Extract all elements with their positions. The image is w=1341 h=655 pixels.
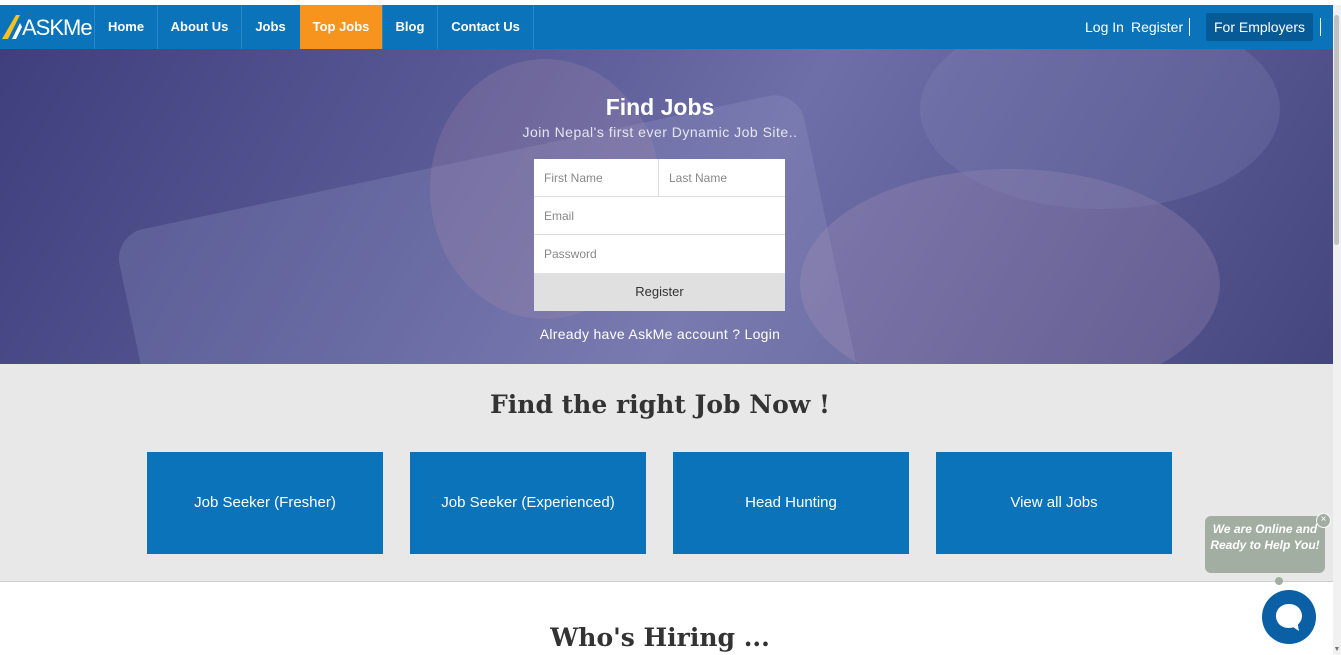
category-head-hunting[interactable]: Head Hunting [673,452,909,554]
register-link[interactable]: Register [1131,5,1183,49]
nav-vertical-divider [1189,18,1190,36]
already-have-account-link[interactable]: Already have AskMe account ? Login [0,326,1320,342]
chat-close-icon[interactable]: × [1316,513,1331,528]
nav-blog[interactable]: Blog [383,5,437,49]
askme-logo[interactable]: ASKMe [0,5,94,49]
scrollbar-thumb[interactable] [1334,15,1339,245]
for-employers-button[interactable]: For Employers [1206,13,1313,41]
chat-bubble[interactable]: We are Online and Ready to Help You! [1205,516,1325,573]
category-job-seeker-fresher[interactable]: Job Seeker (Fresher) [147,452,383,554]
chat-button[interactable] [1262,590,1316,644]
page-scrollbar[interactable]: ▼ [1333,5,1341,655]
scroll-down-arrow-icon[interactable]: ▼ [1333,646,1341,653]
nav-jobs[interactable]: Jobs [242,5,299,49]
find-job-section: Find the right Job Now ! Job Seeker (Fre… [0,364,1333,582]
email-field[interactable]: Email [534,197,785,235]
find-job-title: Find the right Job Now ! [490,390,830,419]
register-button[interactable]: Register [534,273,785,311]
register-form: First Name Last Name Email Password Regi… [534,159,785,311]
nav-vertical-divider [1320,18,1321,36]
whos-hiring-title: Who's Hiring ... [550,623,770,652]
category-view-all-jobs[interactable]: View all Jobs [936,452,1172,554]
hero-banner: Find Jobs Join Nepal's first ever Dynami… [0,49,1333,364]
hero-subtitle: Join Nepal's first ever Dynamic Job Site… [522,124,798,140]
nav-home[interactable]: Home [95,5,157,49]
navbar: ASKMe Home About Us Jobs Top Jobs Blog C… [0,5,1333,49]
chat-bubble-tail [1275,577,1283,585]
login-link[interactable]: Log In [1085,5,1124,49]
hero-title: Find Jobs [605,94,715,120]
nav-divider [533,5,534,49]
nav-contact-us[interactable]: Contact Us [438,5,533,49]
logo-text: ASKMe [22,15,93,40]
category-job-seeker-experienced[interactable]: Job Seeker (Experienced) [410,452,646,554]
nav-about-us[interactable]: About Us [158,5,241,49]
nav-top-jobs[interactable]: Top Jobs [300,5,382,49]
last-name-field[interactable]: Last Name [659,159,785,197]
password-field[interactable]: Password [534,235,785,273]
first-name-field[interactable]: First Name [534,159,659,197]
chat-icon [1276,604,1302,631]
page: ASKMe Home About Us Jobs Top Jobs Blog C… [0,0,1341,655]
